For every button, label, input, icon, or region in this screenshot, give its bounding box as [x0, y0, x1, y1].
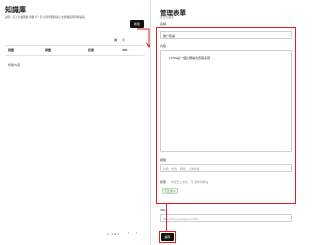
column-header: URL: [122, 48, 129, 52]
status-tag-label: 已上架: [165, 190, 173, 193]
name-field[interactable]: 簡介知識: [160, 31, 292, 39]
chevron-right-icon[interactable]: ›: [136, 231, 137, 235]
create-button[interactable]: 新建: [130, 20, 144, 28]
chevron-left-icon[interactable]: ‹: [128, 231, 129, 235]
tags-placeholder: 新增、修改、刪除、上傳標籤……: [163, 166, 205, 171]
page-title: 知識庫: [5, 7, 26, 14]
close-icon[interactable]: ×: [174, 190, 176, 193]
name-value: 簡介知識: [163, 33, 176, 38]
url-field[interactable]: https://fcsn.example.com/kb/: [160, 214, 292, 222]
gear-icon[interactable]: ⚙: [122, 38, 125, 42]
content-value: FCSN是一個比賽綜合查閱系統……: [169, 56, 217, 60]
tags-label: 標籤: [160, 158, 167, 162]
status-label: 狀態: [160, 180, 167, 184]
column-header: 標籤: [8, 48, 15, 52]
column-header: 狀態: [88, 48, 95, 52]
name-label: 名稱: [160, 22, 167, 26]
pagination-label: 1 - 1 of 1: [107, 232, 119, 236]
table-top-divider: [5, 45, 145, 46]
table-header-divider: [5, 55, 145, 56]
empty-state: 暫無內容: [8, 63, 21, 67]
status-tag[interactable]: 已上架 ×: [162, 188, 179, 194]
page-description: 說明：這下方載體層 標籤 行 / 列 可新增刪除與上架標籤與列資料編輯。: [5, 16, 88, 19]
url-value: https://fcsn.example.com/kb/: [163, 216, 199, 221]
status-hint: 勾選已上架者，可 發佈到網站: [171, 180, 209, 184]
column-header: 標籤: [45, 48, 52, 52]
tags-input[interactable]: 新增、修改、刪除、上傳標籤……: [160, 164, 292, 172]
save-button[interactable]: 儲存: [161, 233, 174, 241]
annotation-connector: [166, 204, 167, 231]
content-label: 內容: [160, 44, 167, 48]
content-textarea[interactable]: FCSN是一個比賽綜合查閱系統……: [160, 50, 292, 152]
grid-icon[interactable]: ▦: [114, 38, 117, 42]
form-subtitle: 建立知識庫: [160, 15, 174, 19]
